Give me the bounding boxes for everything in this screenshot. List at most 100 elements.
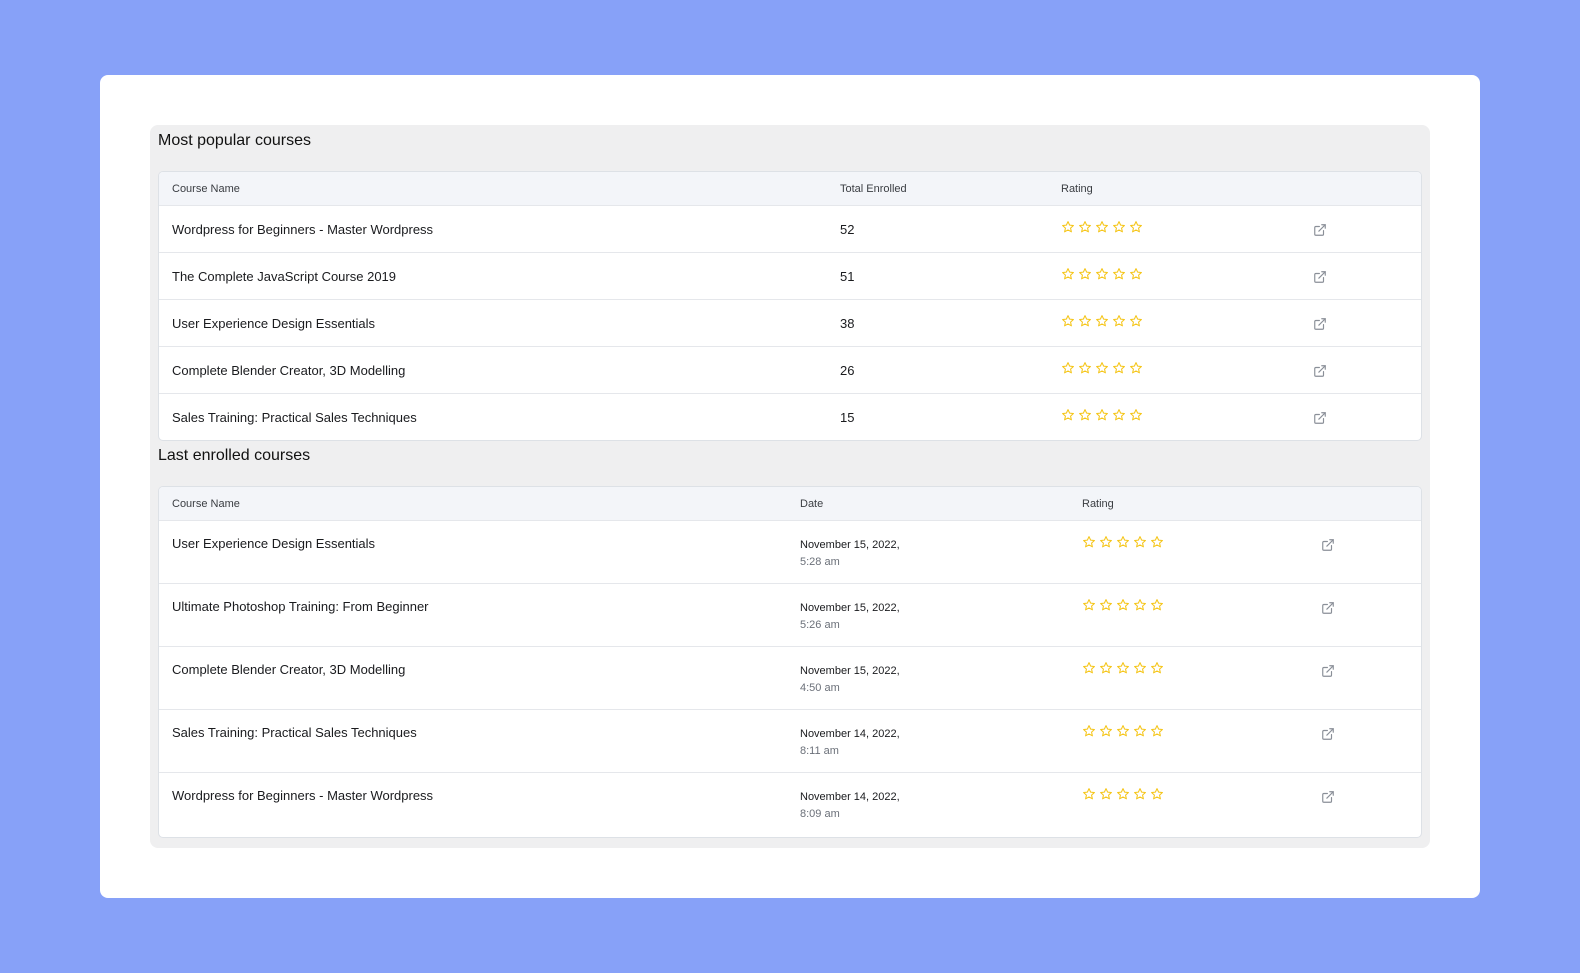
- star-outline-icon: [1150, 787, 1164, 801]
- table-row: Wordpress for Beginners - Master Wordpre…: [159, 773, 1421, 836]
- time-text: 5:26 am: [800, 619, 840, 631]
- external-link-icon[interactable]: [1313, 411, 1327, 425]
- time-text: 4:50 am: [800, 682, 840, 694]
- external-link-icon[interactable]: [1321, 538, 1335, 552]
- external-link-icon[interactable]: [1313, 317, 1327, 331]
- star-rating: [1082, 724, 1164, 738]
- star-outline-icon: [1133, 535, 1147, 549]
- external-link-icon[interactable]: [1321, 664, 1335, 678]
- date-text: November 14, 2022,: [800, 728, 900, 740]
- table-header: Course Name Date Rating: [159, 487, 1421, 521]
- star-rating: [1061, 361, 1143, 375]
- star-rating: [1082, 661, 1164, 675]
- star-outline-icon: [1061, 220, 1075, 234]
- last-rows: User Experience Design Essentials Novembe…: [159, 521, 1421, 836]
- time-text: 5:28 am: [800, 556, 840, 568]
- table-row: Complete Blender Creator, 3D Modelling No…: [159, 647, 1421, 710]
- header-rating: Rating: [1082, 498, 1114, 510]
- star-rating: [1061, 408, 1143, 422]
- star-outline-icon: [1116, 724, 1130, 738]
- star-outline-icon: [1099, 535, 1113, 549]
- star-outline-icon: [1095, 267, 1109, 281]
- table-row: Wordpress for Beginners - Master Wordpre…: [159, 206, 1421, 253]
- header-course-name: Course Name: [172, 183, 240, 195]
- time-text: 8:09 am: [800, 808, 840, 820]
- external-link-icon[interactable]: [1321, 727, 1335, 741]
- course-name: Ultimate Photoshop Training: From Beginn…: [172, 599, 429, 614]
- external-link-icon[interactable]: [1321, 790, 1335, 804]
- star-outline-icon: [1150, 535, 1164, 549]
- dashboard-card: Most popular courses Course Name Total E…: [100, 75, 1480, 898]
- course-name: The Complete JavaScript Course 2019: [172, 269, 397, 284]
- header-course-name: Course Name: [172, 498, 240, 510]
- date-text: November 14, 2022,: [800, 791, 900, 803]
- star-rating: [1061, 267, 1143, 281]
- star-outline-icon: [1095, 408, 1109, 422]
- total-enrolled: 51: [840, 269, 855, 284]
- star-outline-icon: [1133, 598, 1147, 612]
- table-row: The Complete JavaScript Course 2019 51: [159, 253, 1421, 300]
- total-enrolled: 26: [840, 363, 855, 378]
- star-outline-icon: [1150, 598, 1164, 612]
- external-link-icon[interactable]: [1313, 364, 1327, 378]
- last-enrolled-title: Last enrolled courses: [158, 447, 311, 464]
- star-outline-icon: [1078, 361, 1092, 375]
- star-outline-icon: [1150, 661, 1164, 675]
- course-name: Complete Blender Creator, 3D Modelling: [172, 363, 406, 378]
- header-total-enrolled: Total Enrolled: [840, 183, 907, 195]
- date-text: November 15, 2022,: [800, 665, 900, 677]
- course-name: User Experience Design Essentials: [172, 536, 376, 551]
- date-text: November 15, 2022,: [800, 602, 900, 614]
- star-rating: [1082, 787, 1164, 801]
- course-name: User Experience Design Essentials: [172, 316, 376, 331]
- star-outline-icon: [1112, 314, 1126, 328]
- external-link-icon[interactable]: [1321, 601, 1335, 615]
- star-outline-icon: [1112, 267, 1126, 281]
- course-name: Sales Training: Practical Sales Techniqu…: [172, 410, 417, 425]
- last-enrolled-table: Course Name Date Rating User Experience …: [158, 486, 1422, 838]
- course-name: Wordpress for Beginners - Master Wordpre…: [172, 788, 434, 803]
- star-outline-icon: [1116, 787, 1130, 801]
- enrolled-date: November 14, 2022, 8:11 am: [800, 726, 900, 760]
- courses-panel: Most popular courses Course Name Total E…: [150, 125, 1430, 848]
- header-rating: Rating: [1061, 183, 1093, 195]
- popular-courses-title: Most popular courses: [158, 132, 311, 149]
- star-outline-icon: [1112, 408, 1126, 422]
- external-link-icon[interactable]: [1313, 223, 1327, 237]
- total-enrolled: 38: [840, 316, 855, 331]
- star-rating: [1061, 314, 1143, 328]
- star-outline-icon: [1095, 314, 1109, 328]
- star-outline-icon: [1133, 787, 1147, 801]
- star-outline-icon: [1099, 598, 1113, 612]
- star-outline-icon: [1078, 408, 1092, 422]
- popular-rows: Wordpress for Beginners - Master Wordpre…: [159, 206, 1421, 440]
- table-row: Sales Training: Practical Sales Techniqu…: [159, 394, 1421, 440]
- star-outline-icon: [1099, 661, 1113, 675]
- star-outline-icon: [1129, 220, 1143, 234]
- star-outline-icon: [1129, 408, 1143, 422]
- table-row: Ultimate Photoshop Training: From Beginn…: [159, 584, 1421, 647]
- star-outline-icon: [1082, 787, 1096, 801]
- enrolled-date: November 14, 2022, 8:09 am: [800, 789, 900, 823]
- table-row: Complete Blender Creator, 3D Modelling 26: [159, 347, 1421, 394]
- star-outline-icon: [1082, 724, 1096, 738]
- star-outline-icon: [1078, 267, 1092, 281]
- enrolled-date: November 15, 2022, 5:28 am: [800, 537, 900, 571]
- star-outline-icon: [1078, 220, 1092, 234]
- star-outline-icon: [1112, 361, 1126, 375]
- star-rating: [1082, 535, 1164, 549]
- star-outline-icon: [1112, 220, 1126, 234]
- header-date: Date: [800, 498, 824, 510]
- external-link-icon[interactable]: [1313, 270, 1327, 284]
- star-outline-icon: [1099, 787, 1113, 801]
- star-outline-icon: [1116, 598, 1130, 612]
- course-name: Wordpress for Beginners - Master Wordpre…: [172, 222, 434, 237]
- star-outline-icon: [1078, 314, 1092, 328]
- total-enrolled: 15: [840, 410, 855, 425]
- star-outline-icon: [1095, 220, 1109, 234]
- table-row: Sales Training: Practical Sales Techniqu…: [159, 710, 1421, 773]
- star-outline-icon: [1061, 314, 1075, 328]
- star-outline-icon: [1129, 267, 1143, 281]
- date-text: November 15, 2022,: [800, 539, 900, 551]
- popular-courses-table: Course Name Total Enrolled Rating Wordpr…: [158, 171, 1422, 441]
